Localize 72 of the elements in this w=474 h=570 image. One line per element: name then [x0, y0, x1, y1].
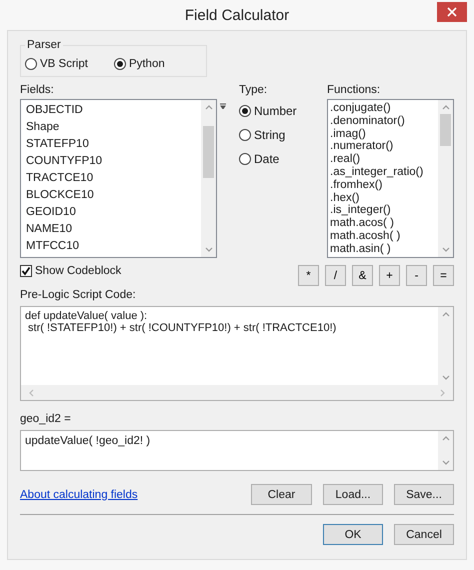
chevron-up-icon[interactable] [440, 103, 450, 112]
fields-label: Fields: [20, 83, 55, 98]
chevron-down-icon[interactable] [440, 458, 450, 467]
radio-option[interactable]: Python [114, 58, 165, 70]
function-item[interactable]: .imag() [330, 128, 438, 140]
vertical-scrollbar[interactable] [438, 100, 453, 257]
chevron-down-icon[interactable] [204, 245, 214, 254]
function-item[interactable]: .denominator() [330, 114, 438, 128]
action-button[interactable]: Load... [323, 484, 383, 505]
chevron-up-icon[interactable] [204, 103, 214, 112]
function-item[interactable]: .fromhex() [330, 178, 438, 192]
type-label: Type: [239, 83, 268, 98]
pre-logic-label: Pre-Logic Script Code: [20, 288, 137, 303]
vertical-scrollbar[interactable] [438, 307, 453, 385]
function-item[interactable]: .is_integer() [330, 204, 438, 218]
field-item[interactable]: COUNTYFP10 [26, 153, 201, 170]
chevron-up-icon[interactable] [440, 434, 450, 443]
window-title: Field Calculator [184, 6, 290, 24]
scrollbar-thumb[interactable] [440, 114, 451, 146]
function-item[interactable]: .real() [330, 153, 438, 166]
dialog-button[interactable]: Cancel [394, 524, 454, 545]
script-text: def updateValue( value ): str( !STATEFP10!) + str( !COUNTYFP10!) + str( !TRACTCE10!) [24, 309, 338, 336]
action-button[interactable]: Save... [394, 484, 454, 505]
operator-button[interactable]: = [433, 265, 454, 286]
function-item[interactable]: .numerator() [330, 140, 438, 154]
fields-list[interactable]: OBJECTID Shape STATEFP10 COUNTYFP10 TRACTCE10 BLOCKCE10 GEOID10 NAME10 MTFCC10 [20, 99, 217, 258]
function-item[interactable]: .conjugate() [330, 102, 438, 115]
horizontal-scrollbar[interactable] [21, 385, 453, 400]
group-label: Parser [26, 39, 62, 51]
function-item[interactable]: .hex() [330, 192, 438, 204]
function-item[interactable]: .as_integer_ratio() [330, 166, 438, 179]
field-item[interactable]: MTFCC10 [26, 238, 201, 255]
vertical-scrollbar[interactable] [201, 100, 216, 257]
function-item[interactable]: math.acosh( ) [330, 230, 438, 243]
operator-button[interactable]: - [406, 265, 427, 286]
chevron-down-icon[interactable] [440, 373, 450, 382]
operator-button[interactable]: * [298, 265, 319, 286]
dialog-button[interactable]: OK [323, 524, 383, 545]
type-option[interactable]: Date [239, 152, 327, 166]
field-item[interactable]: Shape [26, 119, 201, 136]
functions-label: Functions: [327, 83, 382, 98]
function-item[interactable]: math.asin( ) [330, 242, 438, 256]
operator-button[interactable]: + [379, 265, 400, 286]
close-button[interactable] [437, 2, 467, 22]
type-option[interactable]: Number [239, 104, 327, 118]
close-icon [447, 7, 457, 17]
chevron-left-icon[interactable] [27, 388, 36, 398]
field-item[interactable]: OBJECTID [26, 102, 201, 119]
help-link[interactable]: About calculating fields [20, 488, 251, 500]
sort-icon[interactable] [220, 103, 226, 109]
functions-list[interactable]: .conjugate() .denominator() .imag() .numerator() .real() .as_integer_ratio() .fromhex() .hex() .is_integer() math.acos( ) math.acosh( ) math.asin( ) [327, 99, 454, 258]
expression-text: updateValue( !geo_id2! ) [24, 434, 152, 449]
field-item[interactable]: NAME10 [26, 221, 201, 238]
chevron-down-icon[interactable] [440, 245, 450, 254]
chevron-right-icon[interactable] [438, 388, 447, 398]
chevron-up-icon[interactable] [440, 310, 450, 319]
field-item[interactable]: BLOCKCE10 [26, 187, 201, 204]
expression-label: geo_id2 = [20, 412, 72, 427]
type-option[interactable]: String [239, 128, 327, 142]
code-field[interactable]: def updateValue( value ): str( !STATEFP10!) + str( !COUNTYFP10!) + str( !TRACTCE10!) [20, 306, 454, 401]
expression-field[interactable]: updateValue( !geo_id2! ) [20, 430, 454, 471]
field-item[interactable]: STATEFP10 [26, 136, 201, 153]
operator-button[interactable]: / [325, 265, 346, 286]
action-button[interactable]: Clear [251, 484, 312, 505]
operator-button[interactable]: & [352, 265, 373, 286]
radio-option[interactable]: VB Script [25, 58, 88, 70]
field-item[interactable]: GEOID10 [26, 204, 201, 221]
field-item[interactable]: TRACTCE10 [26, 170, 201, 187]
vertical-scrollbar[interactable] [438, 431, 453, 470]
scrollbar-thumb[interactable] [203, 126, 214, 178]
function-item[interactable]: math.acos( ) [330, 217, 438, 230]
show-codeblock-checkbox[interactable]: Show Codeblock [20, 265, 122, 277]
